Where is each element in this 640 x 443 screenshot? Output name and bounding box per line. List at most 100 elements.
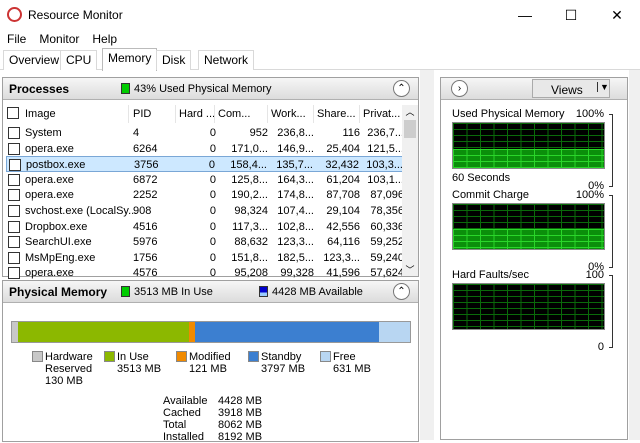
column-divider[interactable] [128,105,129,123]
tab-overview[interactable]: Overview [3,50,66,70]
expand-graphs-button[interactable]: › [451,80,468,97]
column-header-2[interactable]: Hard ... [179,108,215,120]
legend-item: Modified 121 MB [176,351,231,375]
menu-bar: File Monitor Help [0,30,640,48]
row-checkbox[interactable] [8,236,20,249]
tab-cpu[interactable]: CPU [60,50,98,70]
used-memory-status: 43% Used Physical Memory [121,83,272,95]
cell-share: 41,596 [326,267,360,280]
cell-pid: 6872 [133,173,158,186]
row-checkbox[interactable] [8,267,20,280]
collapse-physical-memory-button[interactable]: ⌃ [393,283,410,300]
scroll-up-icon[interactable]: ︿ [402,105,418,118]
right-scrollbar[interactable] [629,70,640,440]
main-scrollbar[interactable] [420,70,434,440]
table-row[interactable]: SearchUI.exe 5976 0 88,632 123,3... 64,116 59,… [6,234,404,250]
column-header-5[interactable]: Share... [317,108,356,120]
close-button[interactable]: ✕ [594,0,640,30]
row-checkbox[interactable] [9,159,21,172]
cell-com: 125,8... [231,173,268,186]
table-row[interactable]: opera.exe 6872 0 125,8... 164,3... 61,204 103,… [6,172,404,188]
table-row[interactable]: Dropbox.exe 4516 0 117,3... 102,8... 42,556 60… [6,219,404,235]
tab-disk[interactable]: Disk [156,50,192,70]
graph-scale-bracket [609,275,613,348]
tab-bar: Overview CPU Memory Disk Network [0,48,640,71]
column-divider[interactable] [175,105,176,123]
memory-bar-segment [18,322,189,342]
cell-privat: 103,3... [366,159,403,172]
cell-share: 123,3... [323,251,360,264]
cell-pid: 908 [133,205,152,217]
stat-row: Cached 3918 MB [163,407,263,419]
cell-work: 102,8... [277,220,314,233]
collapse-processes-button[interactable]: ⌃ [393,80,410,97]
tab-memory[interactable]: Memory [102,48,158,71]
cell-privat: 87,096 [370,189,404,202]
table-row[interactable]: opera.exe 6264 0 171,0... 146,9... 25,404 121,… [6,141,404,157]
column-header-6[interactable]: Privat... [363,108,400,120]
cell-com: 190,2... [231,189,268,202]
table-row[interactable]: MsMpEng.exe 1756 0 151,8... 182,5... 123,3...… [6,250,404,266]
legend-value: 3797 MB [261,363,306,375]
cell-hard: 0 [209,267,216,280]
cell-share: 25,404 [326,142,360,155]
scroll-down-icon[interactable]: ﹀ [402,263,418,276]
column-header-0[interactable]: Image [25,108,56,120]
row-checkbox[interactable] [8,205,20,217]
tab-network[interactable]: Network [198,50,255,70]
column-header-1[interactable]: PID [133,108,151,120]
column-divider[interactable] [313,105,314,123]
stat-value: 4428 MB [218,395,263,407]
cell-com: 952 [249,127,268,139]
processes-scrollbar[interactable]: ︿ ﹀ [402,105,418,276]
table-row[interactable]: opera.exe 4576 0 95,208 99,328 41,596 57,624 [6,265,404,281]
row-checkbox[interactable] [8,220,20,233]
cell-com: 117,3... [232,220,268,233]
cell-image: opera.exe [25,142,74,155]
row-checkbox[interactable] [8,127,20,139]
graph-scale-bracket [609,195,613,268]
menu-file[interactable]: File [7,32,26,46]
table-row[interactable]: svchost.exe (LocalSy... 908 0 98,324 107,4..… [6,203,404,219]
table-row[interactable]: opera.exe 2252 0 190,2... 174,8... 87,708 87,0… [6,187,404,203]
cell-hard: 0 [209,220,216,233]
row-checkbox[interactable] [8,251,20,264]
column-header-3[interactable]: Com... [218,108,250,120]
table-row[interactable]: System 4 0 952 236,8... 116 236,7... [6,125,404,141]
column-divider[interactable] [359,105,360,123]
cell-share: 29,104 [326,205,360,217]
legend-swatch [248,351,259,362]
maximize-button[interactable]: ☐ [548,0,594,30]
cell-share: 42,556 [326,220,360,233]
cell-work: 146,9... [277,142,314,155]
cell-hard: 0 [209,205,216,217]
legend-value: 3513 MB [117,363,162,375]
cell-image: opera.exe [25,267,74,280]
cell-image: Dropbox.exe [25,220,88,233]
cell-com: 95,208 [234,267,268,280]
column-divider[interactable] [267,105,268,123]
processes-header[interactable]: Processes 43% Used Physical Memory ⌃ [3,78,418,100]
cell-com: 88,632 [234,236,268,249]
cell-work: 174,8... [277,189,314,202]
legend-swatch [32,351,43,362]
physical-memory-header[interactable]: Physical Memory 3513 MB In Use 4428 MB A… [3,281,418,303]
table-row[interactable]: postbox.exe 3756 0 158,4... 135,7... 32,432 10… [6,156,404,173]
scroll-thumb[interactable] [404,120,416,138]
menu-monitor[interactable]: Monitor [39,32,79,46]
menu-help[interactable]: Help [92,32,117,46]
stat-value: 8192 MB [218,431,263,443]
views-dropdown[interactable]: Views ▼ [532,79,610,98]
cell-pid: 3756 [134,159,159,172]
row-checkbox[interactable] [8,189,20,202]
column-divider[interactable] [214,105,215,123]
minimize-button[interactable]: — [502,0,548,30]
cell-hard: 0 [209,236,216,249]
column-header-4[interactable]: Work... [271,108,306,120]
row-checkbox[interactable] [8,142,20,155]
physical-memory-title: Physical Memory [9,285,108,299]
select-all-checkbox[interactable] [7,107,19,119]
graph-max-label: 100% [575,108,604,120]
app-icon [7,7,22,22]
row-checkbox[interactable] [8,173,20,186]
